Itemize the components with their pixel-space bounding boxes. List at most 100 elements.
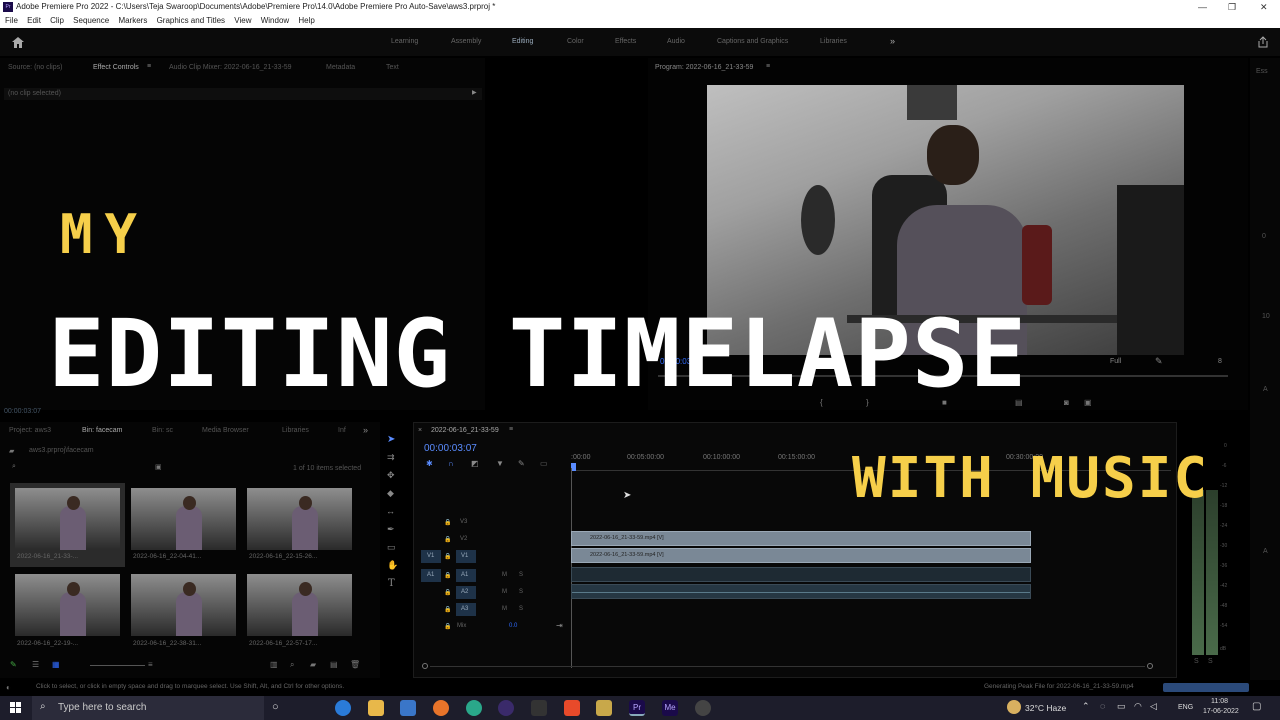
linked-selection-icon[interactable]: ◩ <box>471 459 479 468</box>
tab-project[interactable]: Project: aws3 <box>9 427 51 434</box>
zoom-slider[interactable] <box>90 665 145 666</box>
wifi-icon[interactable]: ◠ <box>1134 701 1142 712</box>
camera-icon[interactable]: ◙ <box>1064 398 1069 407</box>
export-frame-icon[interactable]: ▣ <box>1084 398 1092 407</box>
battery-icon[interactable]: ▭ <box>1117 701 1126 712</box>
file-explorer-icon[interactable] <box>368 700 384 716</box>
icon-view-icon[interactable]: ▦ <box>52 660 60 669</box>
menu-edit[interactable]: Edit <box>27 16 41 25</box>
track-v3-lock-icon[interactable]: 🔒 <box>444 519 451 526</box>
workspace-effects[interactable]: Effects <box>615 38 636 45</box>
thumbnail-clip[interactable] <box>247 488 352 550</box>
ripple-edit-tool-icon[interactable]: ✥ <box>387 470 395 481</box>
terminal-icon[interactable] <box>531 700 547 716</box>
workspace-captions-and-graphics[interactable]: Captions and Graphics <box>717 38 788 45</box>
timeline-close-icon[interactable]: × <box>418 427 422 434</box>
tab-metadata[interactable]: Metadata <box>326 64 355 71</box>
speaker-icon[interactable]: ◁ <box>1150 701 1157 712</box>
track-a1-target[interactable]: A1 <box>456 569 476 582</box>
workspace-color[interactable]: Color <box>567 38 584 45</box>
track-a1-mute[interactable]: M <box>502 572 507 578</box>
automate-icon[interactable]: ▥ <box>270 660 278 669</box>
razor-tool-icon[interactable]: ◆ <box>387 488 394 499</box>
track-select-tool-icon[interactable]: ⇉ <box>387 452 395 463</box>
panel-menu-icon[interactable]: ≡ <box>147 63 151 70</box>
trash-icon[interactable]: 🗑 <box>350 660 360 669</box>
menu-sequence[interactable]: Sequence <box>73 16 109 25</box>
share-icon[interactable] <box>1257 36 1269 48</box>
tab-text[interactable]: Text <box>386 64 399 71</box>
sequence-tab[interactable]: 2022-06-16_21-33-59 <box>431 427 499 434</box>
pencil-icon[interactable]: ✎ <box>10 660 17 669</box>
edge-browser-icon[interactable] <box>335 700 351 716</box>
meter-solo-right[interactable]: S <box>1208 658 1213 665</box>
tab-source[interactable]: Source: (no clips) <box>8 64 62 71</box>
app-icon[interactable] <box>695 700 711 716</box>
tab-libraries[interactable]: Libraries <box>282 427 309 434</box>
track-a3-mute[interactable]: M <box>502 606 507 612</box>
home-icon[interactable] <box>12 37 24 48</box>
thumbnail-clip[interactable] <box>247 574 352 636</box>
workspace-assembly[interactable]: Assembly <box>451 38 481 45</box>
find-icon[interactable]: ⌕ <box>290 660 294 670</box>
thumbnail-clip[interactable] <box>15 574 120 636</box>
taskbar-search-box[interactable]: ⌕ Type here to search <box>32 696 264 720</box>
task-view-icon[interactable]: ○ <box>272 701 279 713</box>
sort-icon[interactable]: ≡ <box>148 660 153 669</box>
track-v1-lock-icon[interactable]: 🔒 <box>444 553 451 560</box>
captions-icon[interactable]: ▭ <box>540 459 548 468</box>
input-language[interactable]: ENG <box>1178 704 1193 711</box>
track-v1-target[interactable]: V1 <box>456 550 476 563</box>
track-v2-lock-icon[interactable]: 🔒 <box>444 536 451 543</box>
meter-solo-left[interactable]: S <box>1194 658 1199 665</box>
tab-bin-facecam[interactable]: Bin: facecam <box>82 427 122 434</box>
menu-window[interactable]: Window <box>261 16 289 25</box>
tab-effect-controls[interactable]: Effect Controls <box>93 64 139 71</box>
tab-audio-clip-mixer[interactable]: Audio Clip Mixer: 2022-06-16_21-33-59 <box>169 64 292 71</box>
taskbar-date[interactable]: 17-06-2022 <box>1203 708 1239 715</box>
audio-clip-a2[interactable] <box>571 584 1031 599</box>
menu-file[interactable]: File <box>5 16 18 25</box>
firefox-icon[interactable] <box>433 700 449 716</box>
program-title[interactable]: Program: 2022-06-16_21-33-59 <box>655 64 753 71</box>
new-item-icon[interactable]: ▤ <box>330 660 338 669</box>
wrench-icon[interactable]: ✎ <box>1155 356 1163 367</box>
menu-view[interactable]: View <box>234 16 251 25</box>
video-clip-v1[interactable]: 2022-06-16_21-33-59.mp4 [V] <box>571 548 1031 563</box>
workspace-audio[interactable]: Audio <box>667 38 685 45</box>
windows-start-icon[interactable] <box>10 702 22 714</box>
snap-icon[interactable]: ∩ <box>448 459 454 468</box>
rectangle-tool-icon[interactable]: ▭ <box>387 542 396 553</box>
brave-icon[interactable] <box>564 700 580 716</box>
track-a3-lock-icon[interactable]: 🔒 <box>444 606 451 613</box>
tabs-overflow[interactable]: » <box>363 425 368 435</box>
taskbar-time[interactable]: 11:08 <box>1211 698 1228 705</box>
search-icon[interactable]: ⌕ <box>12 463 16 471</box>
track-a2-solo[interactable]: S <box>519 589 523 595</box>
tab-bin-sc[interactable]: Bin: sc <box>152 427 173 434</box>
timeline-menu-icon[interactable]: ≡ <box>509 426 513 433</box>
thumbnail-clip[interactable] <box>131 574 236 636</box>
maximize-button[interactable]: ❐ <box>1228 0 1236 14</box>
timeline-horizontal-scrollbar[interactable] <box>430 666 1145 667</box>
minimize-button[interactable]: — <box>1198 0 1207 14</box>
timeline-scroll-start[interactable] <box>422 663 428 669</box>
program-fit-select[interactable]: Full <box>1110 358 1121 365</box>
track-a3-solo[interactable]: S <box>519 606 523 612</box>
timeline-scroll-end[interactable] <box>1147 663 1153 669</box>
menu-graphics-and-titles[interactable]: Graphics and Titles <box>157 16 225 25</box>
close-button[interactable]: ✕ <box>1260 0 1268 14</box>
edge-dev-icon[interactable] <box>466 700 482 716</box>
weather-text[interactable]: 32°C Haze <box>1025 703 1066 713</box>
notifications-icon[interactable]: ▢ <box>1252 701 1261 712</box>
tray-chevron-up-icon[interactable]: ⌃ <box>1082 701 1090 712</box>
menu-help[interactable]: Help <box>298 16 314 25</box>
workspace-more[interactable]: » <box>890 36 895 46</box>
nest-icon[interactable]: ✱ <box>426 459 433 468</box>
workspace-libraries[interactable]: Libraries <box>820 38 847 45</box>
track-a2-mute[interactable]: M <box>502 589 507 595</box>
network-icon[interactable]: ◌ <box>1100 701 1105 711</box>
obs-icon[interactable] <box>498 700 514 716</box>
timeline-timecode[interactable]: 00:00:03:07 <box>424 443 477 454</box>
program-menu-icon[interactable]: ≡ <box>766 63 770 70</box>
